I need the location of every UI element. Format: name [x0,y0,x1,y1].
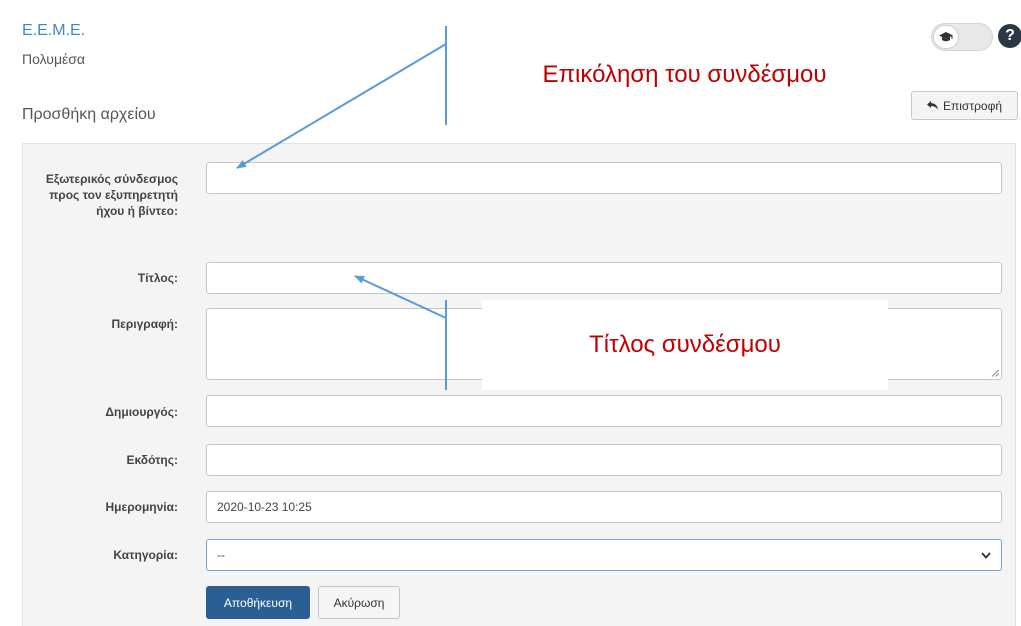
back-label: Επιστροφή [942,98,1003,113]
category-selected-value: -- [217,548,225,562]
title-input[interactable] [206,262,1002,294]
chevron-down-icon [981,551,991,559]
label-publisher: Εκδότης: [126,453,179,467]
back-button[interactable]: Επιστροφή [911,91,1018,120]
course-link[interactable]: Ε.Ε.Μ.Ε. [22,22,85,40]
module-name: Πολυμέσα [22,51,85,67]
category-select[interactable]: -- [206,539,1002,571]
label-external-link: Εξωτερικός σύνδεσμος προς τον εξυπηρετητ… [45,172,178,218]
cancel-button[interactable]: Ακύρωση [318,586,400,619]
reply-arrow-icon [926,101,938,110]
help-symbol: ? [1005,27,1015,44]
label-creator: Δημιουργός: [105,405,178,419]
page-title: Προσθήκη αρχείου [22,106,156,123]
callout-title-annotation: Τίτλος συνδέσμου [482,300,888,390]
view-mode-toggle[interactable] [931,23,993,51]
publisher-input[interactable] [206,444,1002,476]
external-link-input[interactable] [206,162,1002,194]
label-date: Ημερομηνία: [105,500,178,514]
graduation-cap-icon [939,32,953,42]
label-description: Περιγραφή: [111,317,178,331]
label-category: Κατηγορία: [113,548,178,562]
toggle-knob [933,25,959,49]
save-button[interactable]: Αποθήκευση [206,586,310,619]
date-input[interactable]: 2020-10-23 10:25 [206,491,1002,523]
callout-link-annotation: Επικόληση του συνδέσμου [481,26,888,124]
resize-grip-icon[interactable] [991,369,999,377]
creator-input[interactable] [206,395,1002,427]
label-title: Τίτλος: [137,271,178,285]
help-icon[interactable]: ? [998,24,1021,48]
